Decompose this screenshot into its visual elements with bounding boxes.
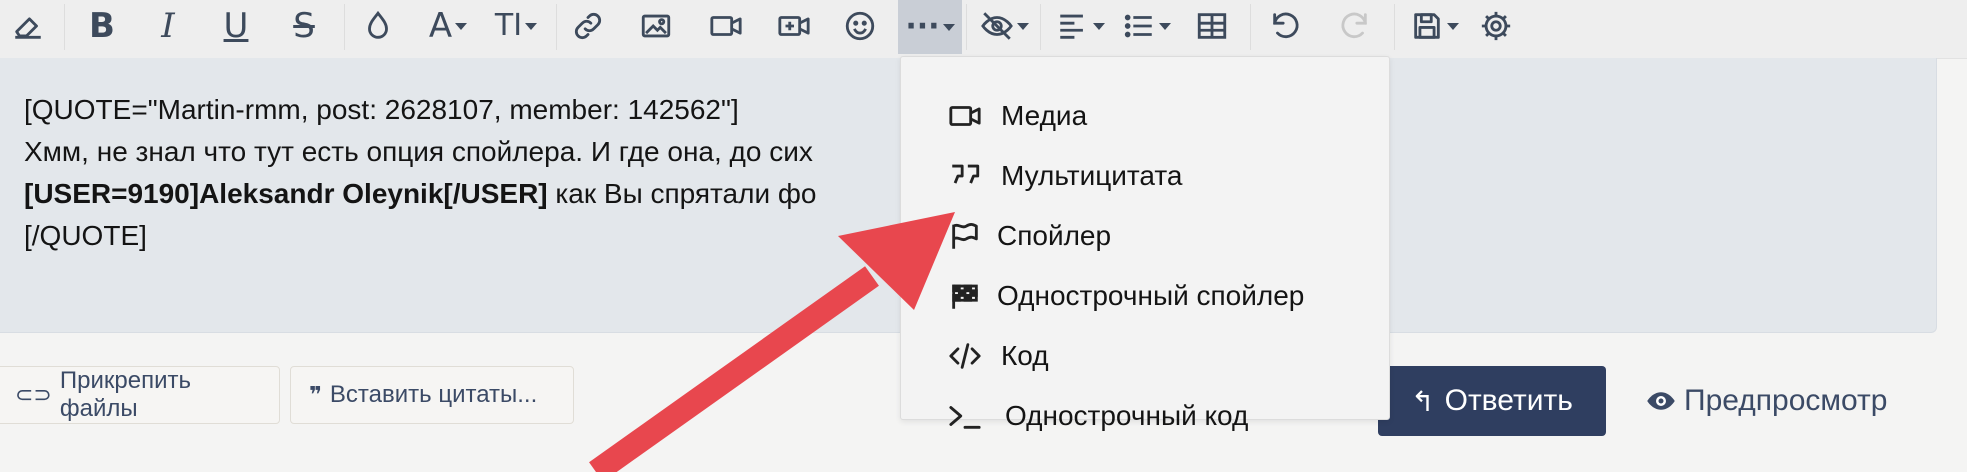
hide-icon[interactable] [972,0,1036,52]
font-icon[interactable]: A [416,0,480,52]
media-add-icon[interactable] [768,0,820,52]
text-size-icon[interactable]: TI [484,0,548,52]
flag-icon [947,218,983,254]
italic-icon[interactable]: I [142,0,194,52]
reply-button[interactable]: ↰ Ответить [1378,366,1606,436]
checkered-flag-icon [947,278,983,314]
eye-icon [1647,392,1675,410]
bold-icon[interactable]: B [76,0,128,52]
paperclip-icon: ⊂⊃ [15,382,52,407]
more-icon[interactable]: ··· [898,0,962,54]
menu-item-media[interactable]: Медиа [901,87,1389,145]
mention-tag: [USER=9190]Aleksandr Oleynik[/USER] [24,178,548,209]
eraser-icon[interactable] [2,0,54,52]
editor-line-4: [/QUOTE] [24,220,147,251]
reply-icon: ↰ [1411,385,1435,417]
editor-line-2: Хмм, не знал что тут есть опция спойлера… [24,136,813,167]
quote-icon: ❞ [309,382,322,407]
code-icon [947,338,983,374]
menu-item-inline-spoiler[interactable]: Однострочный спойлер [901,267,1389,325]
menu-item-inline-code[interactable]: Однострочный код [901,387,1389,445]
strikethrough-icon[interactable]: S [278,0,330,52]
table-icon[interactable] [1186,0,1238,52]
attach-files-button[interactable]: ⊂⊃ Прикрепить файлы [0,366,280,424]
menu-item-multiquote[interactable]: Мультицитата [901,147,1389,205]
color-drop-icon[interactable] [352,0,404,52]
list-icon[interactable] [1114,0,1178,52]
menu-item-spoiler[interactable]: Спойлер [901,207,1389,265]
underline-icon[interactable]: U [210,0,262,52]
menu-item-code[interactable]: Код [901,327,1389,385]
link-icon[interactable] [562,0,614,52]
editor-line-3: [USER=9190]Aleksandr Oleynik[/USER] как … [24,178,817,209]
editor-toolbar: B I U S A TI ··· [0,0,1967,59]
align-icon[interactable] [1048,0,1112,52]
save-draft-icon[interactable] [1402,0,1466,52]
more-options-menu: Медиа Мультицитата Спойлер Однострочный … [900,56,1390,431]
redo-icon[interactable] [1328,0,1380,52]
video-icon[interactable] [700,0,752,52]
terminal-icon [947,398,983,434]
settings-icon[interactable] [1470,0,1522,52]
image-icon[interactable] [630,0,682,52]
undo-icon[interactable] [1260,0,1312,52]
preview-button[interactable]: Предпросмотр [1646,378,1887,424]
smiley-icon[interactable] [834,0,886,52]
quote-icon [947,158,983,194]
video-icon [947,98,983,134]
insert-quotes-button[interactable]: ❞ Вставить цитаты... [290,366,574,424]
editor-line-1: [QUOTE="Martin-rmm, post: 2628107, membe… [24,94,739,125]
